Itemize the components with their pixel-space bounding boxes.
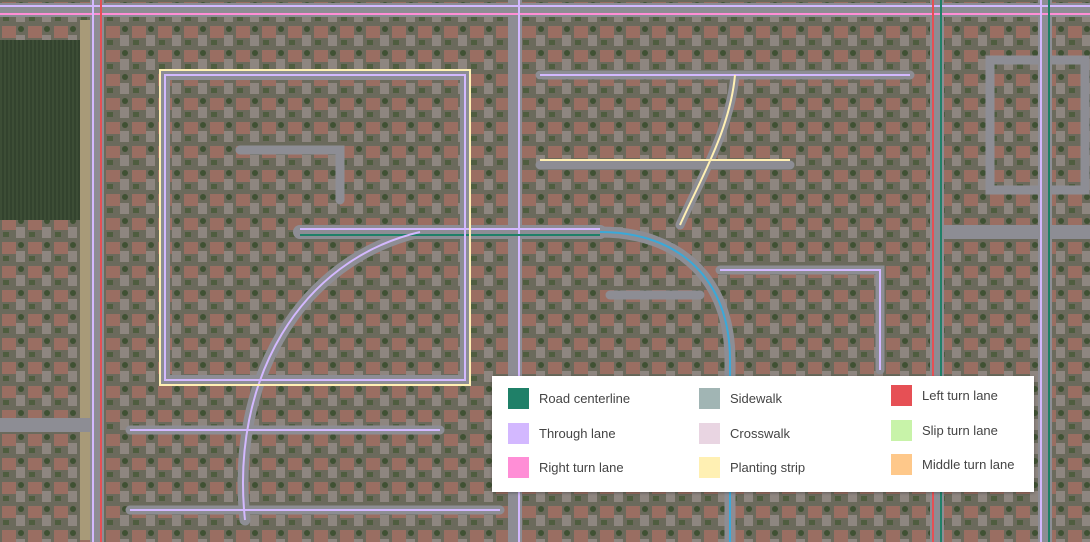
legend-item-through-lane: Through lane [508,423,616,444]
legend-label: Crosswalk [730,426,790,441]
swatch-icon [508,423,529,444]
legend-label: Left turn lane [922,388,998,403]
legend-label: Road centerline [539,391,631,406]
swatch-icon [508,457,529,478]
legend-label: Through lane [539,426,616,441]
swatch-icon [891,420,912,441]
legend-item-sidewalk: Sidewalk [699,388,782,409]
legend-label: Right turn lane [539,460,624,475]
legend-item-left-turn-lane: Left turn lane [891,385,998,406]
legend-item-planting-strip: Planting strip [699,457,805,478]
swatch-icon [891,454,912,475]
legend-item-slip-turn-lane: Slip turn lane [891,420,998,441]
legend-item-crosswalk: Crosswalk [699,423,790,444]
legend-item-right-turn-lane: Right turn lane [508,457,624,478]
legend-label: Slip turn lane [922,423,998,438]
legend-label: Middle turn lane [922,457,1015,472]
legend-label: Sidewalk [730,391,783,406]
map-legend: Road centerline Through lane Right turn … [492,376,1034,492]
swatch-icon [699,388,720,409]
legend-item-road-centerline: Road centerline [508,388,630,409]
swatch-icon [508,388,529,409]
swatch-icon [699,457,720,478]
legend-label: Planting strip [730,460,806,475]
legend-item-middle-turn-lane: Middle turn lane [891,454,1015,475]
farm-field [0,40,80,220]
swatch-icon [891,385,912,406]
swatch-icon [699,423,720,444]
